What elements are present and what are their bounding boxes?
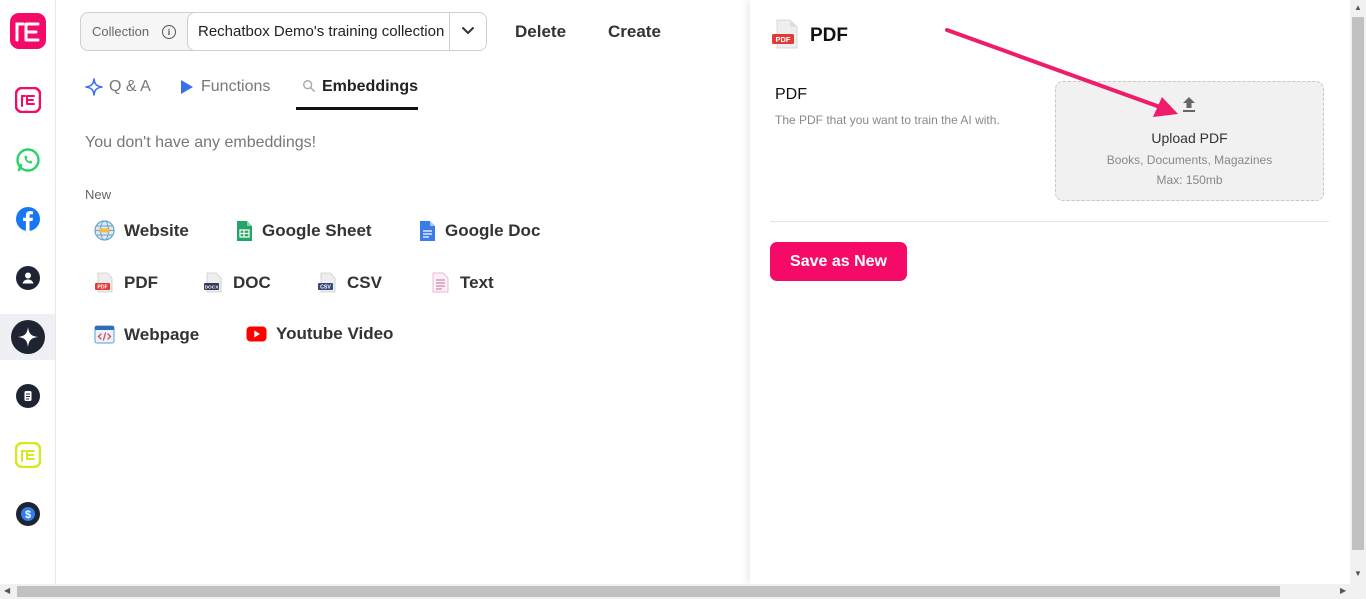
sidebar-item-ai-training[interactable] bbox=[0, 314, 55, 360]
source-pdf-label: PDF bbox=[124, 272, 158, 292]
tab-functions-label: Functions bbox=[201, 78, 271, 95]
pdf-file-icon: PDF bbox=[772, 19, 798, 49]
source-pdf[interactable]: PDF PDF bbox=[94, 272, 158, 293]
upload-icon bbox=[1183, 97, 1195, 112]
panel-title: PDF bbox=[810, 25, 848, 46]
upload-subtitle: Books, Documents, Magazines bbox=[1106, 153, 1273, 167]
sidebar-item-contacts[interactable] bbox=[0, 255, 55, 301]
rechatbox-pink-icon bbox=[14, 87, 41, 113]
source-csv[interactable]: CSV CSV bbox=[317, 272, 382, 293]
whatsapp-icon bbox=[15, 148, 40, 172]
upload-pdf-dropzone[interactable]: Upload PDF Books, Documents, Magazines M… bbox=[1055, 81, 1324, 201]
source-website-label: Website bbox=[124, 220, 189, 240]
source-csv-label: CSV bbox=[347, 272, 382, 292]
rechatbox-logo-icon bbox=[9, 13, 46, 49]
upload-max-size: Max: 150mb bbox=[1156, 173, 1223, 187]
create-button[interactable]: Create bbox=[608, 22, 661, 42]
save-as-new-button[interactable]: Save as New bbox=[770, 242, 907, 281]
tab-functions[interactable]: Functions bbox=[179, 78, 270, 110]
source-website[interactable]: Website bbox=[94, 220, 189, 241]
new-section-label: New bbox=[85, 187, 112, 202]
youtube-icon bbox=[246, 326, 267, 342]
sidebar-item-billing[interactable]: $ bbox=[0, 491, 55, 537]
sparkle-icon bbox=[85, 78, 103, 96]
pdf-field-description: The PDF that you want to train the AI wi… bbox=[775, 113, 1000, 127]
pdf-field-label: PDF bbox=[775, 86, 807, 103]
sidebar-item-whatsapp[interactable] bbox=[0, 137, 55, 183]
notes-icon bbox=[15, 384, 40, 408]
globe-icon bbox=[94, 220, 115, 241]
upload-title: Upload PDF bbox=[1151, 130, 1228, 146]
vertical-scrollbar[interactable]: ▲ ▼ bbox=[1350, 0, 1366, 584]
ai-sparkle-icon bbox=[10, 320, 45, 354]
google-doc-icon bbox=[420, 221, 435, 241]
source-google-doc[interactable]: Google Doc bbox=[419, 220, 540, 242]
tab-qa-label: Q & A bbox=[109, 78, 151, 95]
sidebar-logo[interactable] bbox=[0, 8, 55, 54]
pdf-panel: PDF PDF PDF The PDF that you want to tra… bbox=[750, 0, 1350, 584]
google-sheet-icon bbox=[237, 221, 252, 241]
csv-file-icon: CSV bbox=[318, 272, 336, 293]
main-content: Collection i Rechatbox Demo's training c… bbox=[56, 0, 750, 584]
source-youtube[interactable]: Youtube Video bbox=[246, 324, 393, 344]
scroll-left-icon[interactable]: ◀ bbox=[4, 587, 10, 595]
collection-select-divider bbox=[449, 13, 450, 50]
svg-text:DOCX: DOCX bbox=[205, 285, 220, 291]
source-google-sheet-label: Google Sheet bbox=[262, 221, 372, 240]
source-text-label: Text bbox=[460, 272, 494, 292]
panel-divider bbox=[770, 221, 1329, 222]
source-google-doc-label: Google Doc bbox=[445, 221, 541, 240]
source-doc-label: DOC bbox=[233, 272, 271, 292]
chevron-down-icon[interactable] bbox=[461, 25, 475, 37]
contact-icon bbox=[15, 266, 40, 290]
tab-embeddings-label: Embeddings bbox=[321, 78, 418, 95]
tab-embeddings[interactable]: Embeddings bbox=[296, 78, 418, 110]
info-icon[interactable]: i bbox=[162, 25, 176, 39]
webpage-icon bbox=[94, 325, 115, 344]
source-doc[interactable]: DOCX DOC bbox=[203, 272, 271, 293]
facebook-icon bbox=[15, 207, 40, 231]
doc-file-icon: DOCX bbox=[204, 272, 222, 293]
dollar-icon: $ bbox=[15, 502, 40, 526]
collection-label: Collection bbox=[92, 24, 150, 39]
scroll-up-icon[interactable]: ▲ bbox=[1354, 4, 1362, 12]
svg-text:CSV: CSV bbox=[320, 285, 331, 291]
text-file-icon bbox=[432, 272, 449, 293]
collection-picker: Collection i Rechatbox Demo's training c… bbox=[80, 12, 487, 51]
horizontal-scroll-thumb[interactable] bbox=[17, 586, 1280, 597]
delete-button[interactable]: Delete bbox=[515, 22, 566, 42]
search-icon bbox=[303, 80, 316, 93]
vertical-scroll-thumb[interactable] bbox=[1352, 17, 1364, 550]
sidebar-item-rechatbox-yellow[interactable] bbox=[0, 432, 55, 478]
tab-qa[interactable]: Q & A bbox=[85, 78, 151, 110]
svg-text:$: $ bbox=[24, 509, 30, 521]
source-webpage-label: Webpage bbox=[124, 324, 200, 344]
pdf-file-icon: PDF bbox=[95, 272, 113, 293]
horizontal-scrollbar[interactable]: ◀ ▶ bbox=[0, 584, 1366, 599]
empty-embeddings-message: You don't have any embeddings! bbox=[85, 134, 317, 151]
sidebar: $ bbox=[0, 0, 56, 584]
sidebar-item-rechatbox[interactable] bbox=[0, 77, 55, 123]
collection-select-value: Rechatbox Demo's training collection bbox=[198, 23, 445, 40]
sidebar-item-facebook[interactable] bbox=[0, 196, 55, 242]
source-youtube-label: Youtube Video bbox=[276, 324, 394, 343]
collection-select[interactable]: Rechatbox Demo's training collection bbox=[187, 12, 487, 51]
svg-text:PDF: PDF bbox=[776, 35, 791, 44]
source-text[interactable]: Text bbox=[430, 272, 494, 293]
scroll-right-icon[interactable]: ▶ bbox=[1340, 587, 1346, 595]
source-google-sheet[interactable]: Google Sheet bbox=[236, 220, 372, 242]
svg-text:PDF: PDF bbox=[97, 285, 107, 291]
rechatbox-yellow-icon bbox=[14, 442, 41, 468]
sidebar-item-notes[interactable] bbox=[0, 373, 55, 419]
source-webpage[interactable]: Webpage bbox=[94, 324, 199, 345]
play-icon bbox=[181, 80, 193, 94]
scroll-down-icon[interactable]: ▼ bbox=[1354, 570, 1362, 578]
